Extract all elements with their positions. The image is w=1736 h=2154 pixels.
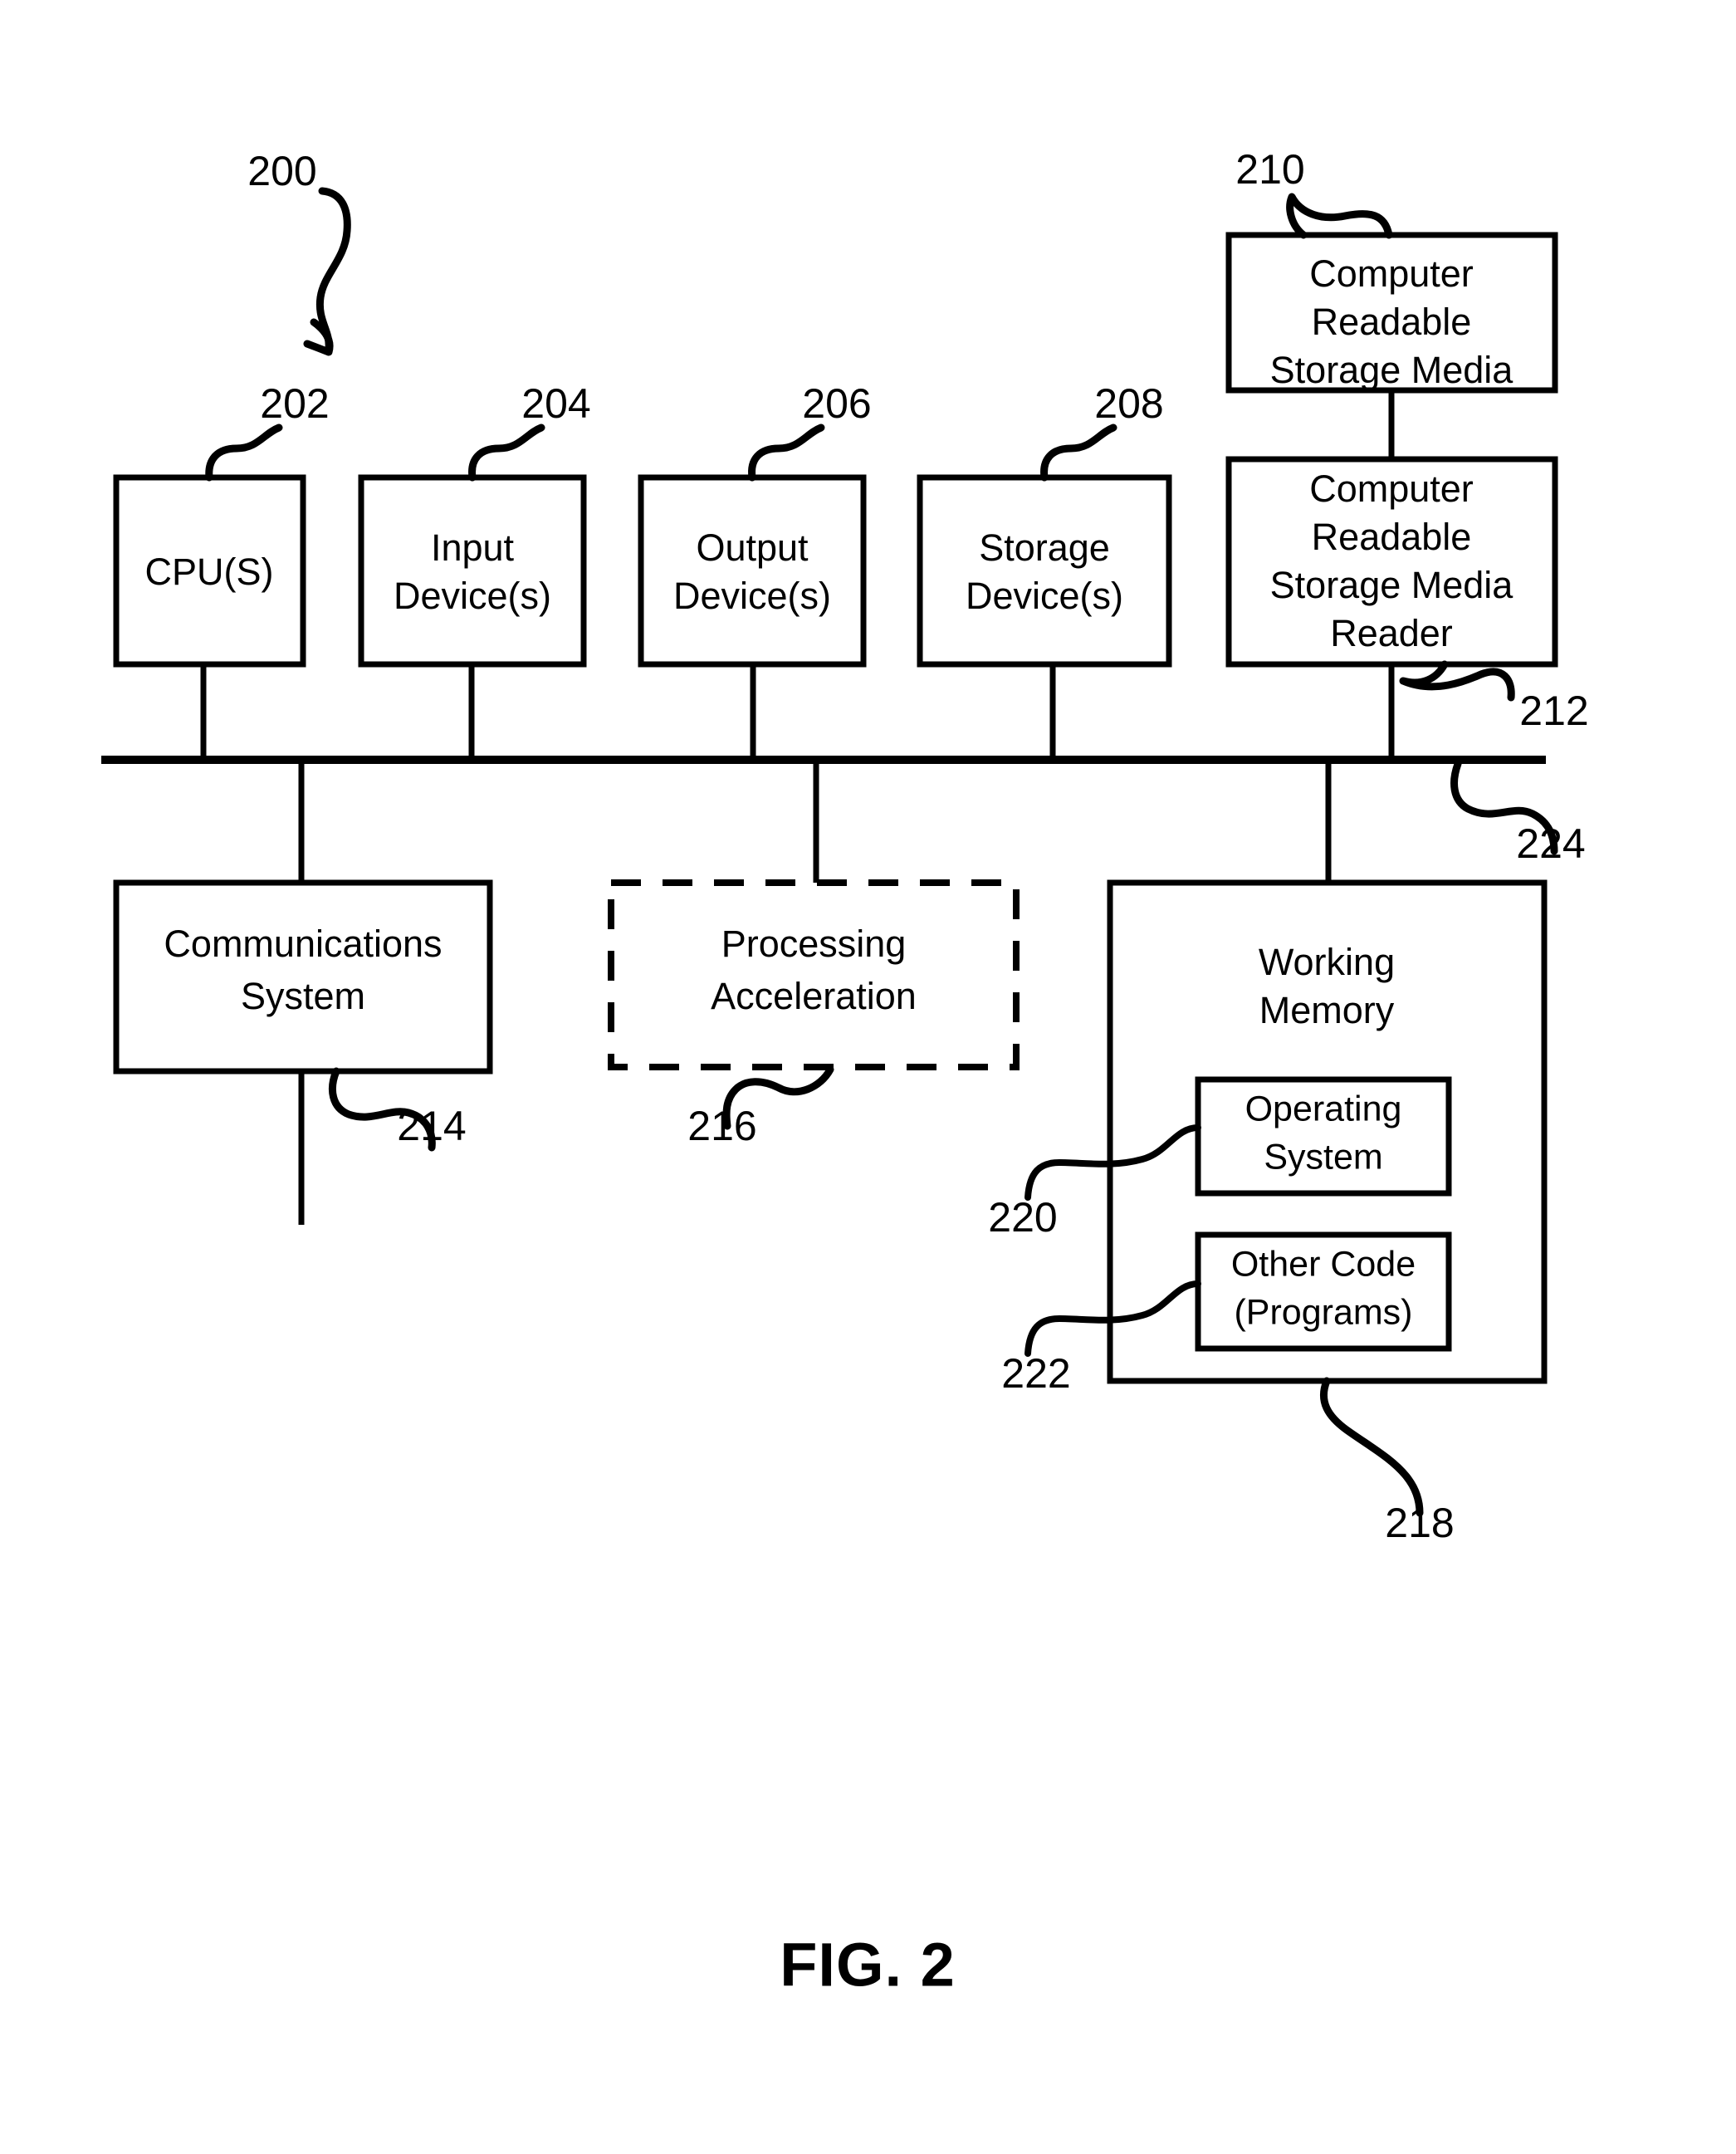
box-working-memory-line-1: Working bbox=[1259, 941, 1395, 983]
ref-208: 208 bbox=[1094, 380, 1163, 427]
box-media-reader-line-1: Computer bbox=[1309, 468, 1474, 510]
leader-202 bbox=[205, 423, 283, 482]
leader-200 bbox=[315, 187, 351, 353]
ref-222: 222 bbox=[1001, 1350, 1070, 1397]
ref-210: 210 bbox=[1235, 146, 1304, 193]
box-communications-system-line-2: System bbox=[241, 975, 365, 1017]
ref-216: 216 bbox=[687, 1103, 756, 1149]
box-processing-acceleration-line-2: Acceleration bbox=[711, 975, 917, 1017]
box-operating-system-line-1: Operating bbox=[1245, 1089, 1402, 1128]
leader-212 bbox=[1399, 660, 1515, 702]
ref-206: 206 bbox=[802, 380, 871, 427]
box-working-memory-line-2: Memory bbox=[1259, 989, 1395, 1031]
box-other-code-line-2: (Programs) bbox=[1234, 1292, 1412, 1332]
box-media-reader-line-4: Reader bbox=[1330, 612, 1453, 654]
leader-208 bbox=[1040, 423, 1117, 482]
leader-210 bbox=[1286, 193, 1393, 239]
ref-214: 214 bbox=[397, 1103, 466, 1149]
figure-caption: FIG. 2 bbox=[780, 1931, 956, 2000]
ref-224: 224 bbox=[1516, 820, 1585, 867]
leader-206 bbox=[748, 423, 825, 482]
leader-218 bbox=[1319, 1377, 1424, 1517]
box-storage-media-line-1: Computer bbox=[1309, 252, 1474, 295]
box-storage-devices-line-2: Device(s) bbox=[966, 575, 1123, 617]
box-storage-media-line-2: Readable bbox=[1312, 301, 1472, 343]
box-input-devices-line-2: Device(s) bbox=[394, 575, 551, 617]
ref-202: 202 bbox=[260, 380, 329, 427]
patent-figure: Computer Readable Storage Media Computer… bbox=[0, 0, 1736, 2154]
ref-218: 218 bbox=[1385, 1500, 1454, 1546]
box-input-devices bbox=[358, 474, 587, 668]
box-media-reader-line-3: Storage Media bbox=[1270, 564, 1514, 606]
box-cpu-label: CPU(S) bbox=[145, 551, 274, 593]
box-input-devices-line-1: Input bbox=[431, 526, 515, 569]
ref-212: 212 bbox=[1519, 688, 1588, 734]
block-diagram: Computer Readable Storage Media Computer… bbox=[101, 146, 1589, 2000]
box-processing-acceleration-line-1: Processing bbox=[721, 923, 907, 965]
box-output-devices-line-2: Device(s) bbox=[673, 575, 831, 617]
leader-204 bbox=[468, 423, 545, 482]
box-operating-system-line-2: System bbox=[1264, 1137, 1382, 1177]
box-storage-devices bbox=[917, 474, 1172, 668]
ref-204: 204 bbox=[521, 380, 590, 427]
box-output-devices-line-1: Output bbox=[696, 526, 809, 569]
box-output-devices bbox=[638, 474, 867, 668]
box-communications-system-line-1: Communications bbox=[164, 923, 442, 965]
ref-220: 220 bbox=[988, 1194, 1057, 1241]
box-other-code-line-1: Other Code bbox=[1231, 1244, 1416, 1284]
ref-200: 200 bbox=[247, 148, 316, 194]
box-media-reader-line-2: Readable bbox=[1312, 516, 1472, 558]
box-storage-media-line-3: Storage Media bbox=[1270, 349, 1514, 391]
box-storage-devices-line-1: Storage bbox=[979, 526, 1110, 569]
